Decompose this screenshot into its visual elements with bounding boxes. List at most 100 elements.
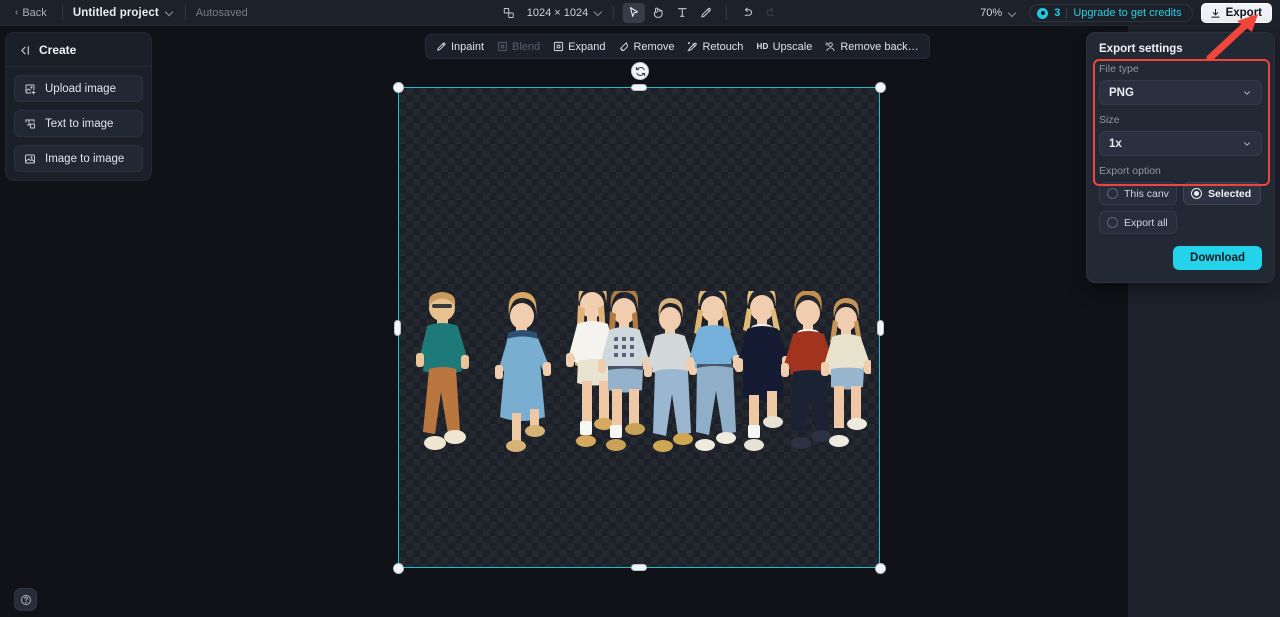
blend-label: Blend <box>512 40 541 53</box>
text-tool-button[interactable] <box>671 3 693 23</box>
select-tool-icon <box>629 7 639 17</box>
create-sidebar: Create Upload image Text to image Image … <box>5 32 152 181</box>
resize-handle-middle-left[interactable] <box>394 320 401 336</box>
sidebar-item-text-to-image[interactable]: Text to image <box>14 110 143 137</box>
export-option-label: Export option <box>1099 165 1161 177</box>
canvas-selection-frame[interactable] <box>398 87 880 568</box>
divider <box>61 5 63 20</box>
select-tool-button[interactable] <box>623 2 646 23</box>
resize-handle-top-right[interactable] <box>875 82 886 93</box>
export-option-label-this-canvas: This canvas <box>1124 187 1169 200</box>
export-option-selected-layer[interactable]: Selected l… <box>1183 182 1261 205</box>
file-type-value: PNG <box>1109 86 1134 99</box>
sidebar-item-upload-image[interactable]: Upload image <box>14 75 143 102</box>
export-settings-title: Export settings <box>1099 43 1183 55</box>
upscale-label: Upscale <box>772 40 813 53</box>
canvas-size-selector[interactable]: 1024 × 1024 <box>527 7 604 19</box>
collapse-sidebar-icon <box>21 45 29 55</box>
retouch-label: Retouch <box>702 40 744 53</box>
export-option-group: This canvas Selected l… Export all … <box>1099 182 1262 234</box>
blend-button[interactable]: Blend <box>491 38 546 56</box>
resize-handle-middle-right[interactable] <box>877 320 884 336</box>
export-option-label-selected-layer: Selected l… <box>1208 187 1253 200</box>
top-bar: ‹ Back Untitled project Autosaved 1024 ×… <box>0 0 1280 26</box>
size-select[interactable]: 1x <box>1099 131 1262 156</box>
remove-label: Remove <box>633 40 675 53</box>
radio-icon <box>1107 217 1118 228</box>
credit-coin-icon <box>1037 7 1049 19</box>
chevron-down-icon <box>1244 90 1250 95</box>
download-icon <box>1210 8 1220 18</box>
hand-tool-button[interactable] <box>647 3 669 23</box>
blend-icon <box>497 41 508 52</box>
export-option-this-canvas[interactable]: This canvas <box>1099 182 1177 205</box>
inpaint-icon <box>437 42 446 51</box>
redo-icon <box>766 7 774 16</box>
sidebar-title: Create <box>39 43 77 57</box>
brush-tool-button[interactable] <box>695 3 717 23</box>
top-bar-left: ‹ Back Untitled project Autosaved <box>0 4 248 22</box>
radio-icon <box>1107 188 1118 199</box>
retouch-icon <box>687 41 698 52</box>
zoom-chevron-down-icon <box>1009 9 1018 18</box>
sidebar-items: Upload image Text to image Image to imag… <box>6 67 151 172</box>
undo-button[interactable] <box>736 3 758 23</box>
remove-icon <box>620 42 629 52</box>
undo-icon <box>744 7 753 16</box>
sidebar-header[interactable]: Create <box>6 33 151 67</box>
canvas-size-chevron-down-icon <box>595 8 604 17</box>
export-label: Export <box>1225 7 1262 19</box>
export-button[interactable]: Export <box>1200 3 1272 23</box>
image-edit-toolbar: Inpaint Blend Expand Remove Retouch HD U… <box>425 34 930 59</box>
retouch-button[interactable]: Retouch <box>681 38 749 56</box>
inpaint-label: Inpaint <box>451 40 485 53</box>
download-button[interactable]: Download <box>1173 246 1262 270</box>
running-children-image[interactable] <box>409 291 871 479</box>
project-menu-chevron-down-icon[interactable] <box>166 8 175 17</box>
expand-label: Expand <box>568 40 606 53</box>
file-type-select[interactable]: PNG <box>1099 80 1262 105</box>
rotate-handle[interactable] <box>631 62 649 80</box>
divider <box>613 5 615 20</box>
redo-button[interactable] <box>760 3 782 23</box>
resize-handle-bottom-right[interactable] <box>875 563 886 574</box>
help-button[interactable] <box>14 588 37 611</box>
image-to-image-icon <box>25 154 35 163</box>
expand-button[interactable]: Expand <box>547 38 611 56</box>
project-name[interactable]: Untitled project <box>73 7 159 19</box>
size-value: 1x <box>1109 137 1122 150</box>
hand-tool-icon <box>653 7 663 18</box>
chevron-left-icon: ‹ <box>15 6 19 18</box>
inpaint-button[interactable]: Inpaint <box>430 38 490 56</box>
export-settings-body: File type PNG Size 1x Export option This… <box>1087 63 1274 244</box>
sidebar-item-image-to-image[interactable]: Image to image <box>14 145 143 172</box>
top-bar-right: 70% 3 Upgrade to get credits Export <box>977 0 1272 26</box>
remove-button[interactable]: Remove <box>612 38 680 56</box>
file-type-label: File type <box>1099 63 1139 75</box>
resize-handle-bottom-left[interactable] <box>393 563 404 574</box>
resize-handle-top-center[interactable] <box>631 84 647 91</box>
sidebar-label-upload-image: Upload image <box>45 82 116 95</box>
sidebar-label-text-to-image: Text to image <box>45 117 114 130</box>
remove-background-button[interactable]: Remove back… <box>819 38 924 56</box>
upscale-button[interactable]: HD Upscale <box>750 38 818 56</box>
children-photo-svg <box>416 291 871 452</box>
back-button[interactable]: ‹ Back <box>10 4 52 22</box>
credits-upgrade-pill[interactable]: 3 Upgrade to get credits <box>1029 4 1193 22</box>
export-option-export-all[interactable]: Export all … <box>1099 211 1177 234</box>
upload-image-icon <box>25 84 36 94</box>
back-label: Back <box>22 6 47 19</box>
remove-background-icon <box>825 42 835 52</box>
size-label: Size <box>1099 114 1120 126</box>
text-tool-icon <box>677 8 687 17</box>
frame-icon <box>503 7 514 18</box>
frame-tool-button[interactable] <box>498 3 520 23</box>
export-option-label-export-all: Export all … <box>1124 216 1169 229</box>
radio-selected-icon <box>1191 188 1202 199</box>
divider <box>726 5 728 20</box>
resize-handle-bottom-center[interactable] <box>631 564 647 571</box>
resize-handle-top-left[interactable] <box>393 82 404 93</box>
text-to-image-icon <box>25 119 35 128</box>
zoom-level-selector[interactable]: 70% <box>977 5 1021 21</box>
upgrade-link[interactable]: Upgrade to get credits <box>1073 7 1181 19</box>
